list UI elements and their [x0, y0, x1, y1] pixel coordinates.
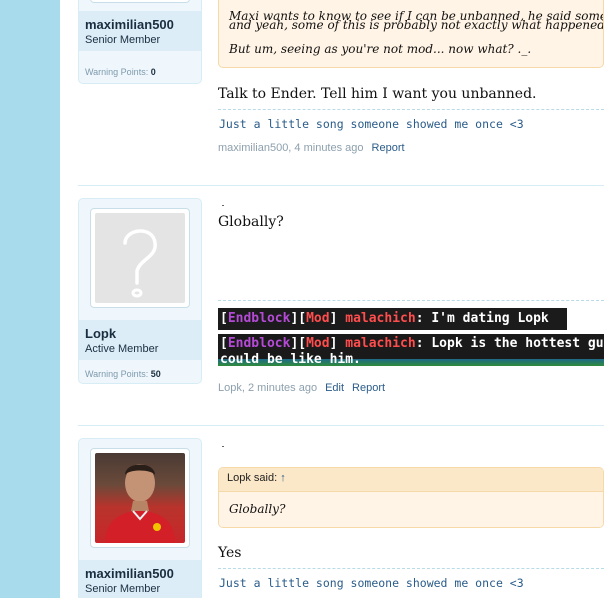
divider-dot: [222, 446, 224, 447]
quote-author: Lopk said:: [227, 472, 278, 484]
message-user-info: maximilian500 Senior Member Warning Poin…: [78, 0, 202, 84]
report-link[interactable]: Report: [352, 382, 385, 394]
message-user-info: Lopk Active Member Warning Points: 50: [78, 198, 202, 384]
thread-page: maximilian500 Senior Member Warning Poin…: [60, 0, 604, 598]
edit-link[interactable]: Edit: [325, 382, 344, 394]
author-time[interactable]: maximilian500, 4 minutes ago: [218, 142, 364, 154]
quote-attribution: Lopk said: ↑: [219, 468, 603, 492]
message-content: Globally? [Endblock][Mod] malachich: I'm…: [218, 186, 604, 425]
author-time[interactable]: Lopk, 2 minutes ago: [218, 382, 317, 394]
divider-dot: [222, 205, 224, 206]
quote-text: Globally?: [219, 492, 603, 527]
message-user-info: maximilian500 Senior Member: [78, 438, 202, 598]
message-text: Talk to Ender. Tell him I want you unban…: [218, 86, 537, 102]
quote-line-3: But um, seeing as you're not mod... now …: [229, 42, 532, 56]
minecraft-chat-image-line-2: [Endblock][Mod] malachich: Lopk is the h…: [218, 334, 604, 366]
question-mark-icon: [123, 229, 157, 298]
user-photo-icon: [105, 464, 175, 543]
report-link[interactable]: Report: [372, 142, 405, 154]
message-meta: maximilian500, 4 minutes ago Report: [218, 142, 405, 154]
username-link[interactable]: Lopk: [85, 326, 195, 341]
message-text: Globally?: [218, 214, 284, 230]
post-maximilian500-1: maximilian500 Senior Member Warning Poin…: [60, 0, 604, 185]
username-link[interactable]: maximilian500: [85, 17, 195, 32]
user-title: Senior Member: [85, 34, 161, 46]
message-content: Lopk said: ↑ Globally? Yes Just a little…: [218, 426, 604, 598]
warning-points: Warning Points: 50: [85, 369, 161, 379]
warning-points-value: 0: [150, 67, 156, 77]
quote-jump-arrow-icon[interactable]: ↑: [280, 472, 286, 484]
avatar[interactable]: [90, 208, 190, 308]
quote-block: Maxi wants to know to see if I can be un…: [218, 0, 604, 68]
signature-separator: [218, 109, 604, 110]
warning-points-label: Warning Points:: [85, 369, 149, 379]
post-lopk: Lopk Active Member Warning Points: 50 Gl…: [60, 186, 604, 425]
warning-points-label: Warning Points:: [85, 67, 149, 77]
message-meta: Lopk, 2 minutes ago Edit Report: [218, 382, 385, 394]
signature-separator: [218, 300, 604, 301]
user-name-block: Lopk Active Member: [79, 320, 201, 360]
user-title: Active Member: [85, 343, 159, 355]
signature-link[interactable]: Just a little song someone showed me onc…: [219, 117, 524, 131]
warning-points: Warning Points: 0: [85, 67, 156, 77]
quote-line-2: and yeah, some of this is probably not e…: [229, 18, 604, 32]
avatar[interactable]: [90, 0, 190, 3]
quote-block: Lopk said: ↑ Globally?: [218, 467, 604, 528]
warning-points-value: 50: [150, 369, 161, 379]
user-name-block: maximilian500 Senior Member: [79, 560, 201, 598]
avatar[interactable]: [90, 448, 190, 548]
user-title: Senior Member: [85, 583, 161, 595]
minecraft-chat-image-line-1: [Endblock][Mod] malachich: I'm dating Lo…: [218, 308, 567, 330]
message-text: Yes: [218, 545, 242, 561]
signature-separator: [218, 568, 604, 569]
user-name-block: maximilian500 Senior Member: [79, 11, 201, 51]
signature-link[interactable]: Just a little song someone showed me onc…: [219, 576, 524, 590]
username-link[interactable]: maximilian500: [85, 566, 195, 581]
post-maximilian500-2: maximilian500 Senior Member Lopk said: ↑…: [60, 426, 604, 598]
message-content: Maxi wants to know to see if I can be un…: [218, 0, 604, 185]
